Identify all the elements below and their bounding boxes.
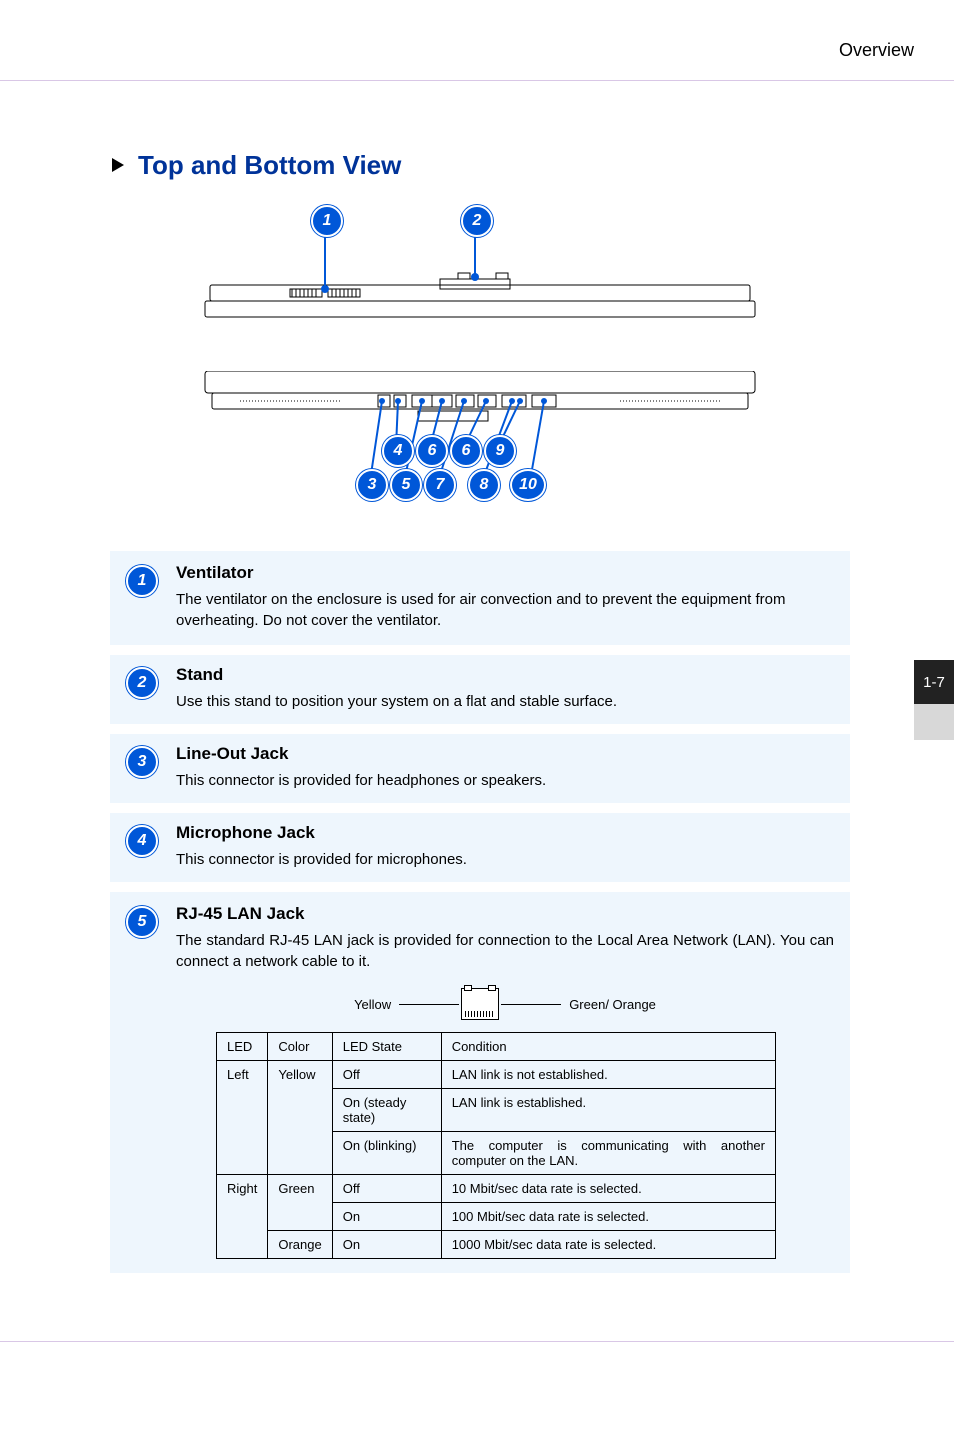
info-text-3: This connector is provided for headphone… bbox=[176, 770, 834, 791]
page-number-tab: 1-7 bbox=[914, 660, 954, 704]
cell-state: On (blinking) bbox=[332, 1132, 441, 1175]
th-state: LED State bbox=[332, 1033, 441, 1061]
info-block-mic: 4 Microphone Jack This connector is prov… bbox=[110, 813, 850, 882]
cell-condition: 10 Mbit/sec data rate is selected. bbox=[441, 1175, 775, 1203]
info-badge-3: 3 bbox=[126, 746, 158, 778]
top-view-diagram: 1 2 bbox=[110, 201, 850, 341]
cell-color: Orange bbox=[268, 1231, 332, 1259]
rj45-line-right bbox=[501, 1004, 561, 1005]
cell-condition: 1000 Mbit/sec data rate is selected. bbox=[441, 1231, 775, 1259]
info-badge-1: 1 bbox=[126, 565, 158, 597]
cell-state: Off bbox=[332, 1175, 441, 1203]
rj45-port-icon bbox=[461, 988, 499, 1020]
info-text-5: The standard RJ-45 LAN jack is provided … bbox=[176, 930, 834, 972]
info-text-2: Use this stand to position your system o… bbox=[176, 691, 834, 712]
rj45-line-left bbox=[399, 1004, 459, 1005]
chevron-right-icon bbox=[110, 156, 128, 174]
th-condition: Condition bbox=[441, 1033, 775, 1061]
callout-badge-8: 8 bbox=[468, 469, 500, 501]
cell-condition: The computer is communicating with anoth… bbox=[441, 1132, 775, 1175]
table-header-row: LED Color LED State Condition bbox=[217, 1033, 776, 1061]
callout-badge-7: 7 bbox=[424, 469, 456, 501]
led-table: LED Color LED State Condition Left Yello… bbox=[216, 1032, 776, 1259]
info-title-1: Ventilator bbox=[176, 563, 834, 583]
cell-state: On bbox=[332, 1231, 441, 1259]
info-block-ventilator: 1 Ventilator The ventilator on the enclo… bbox=[110, 551, 850, 645]
section-title-text: Top and Bottom View bbox=[138, 150, 401, 180]
callout-badge-6b: 6 bbox=[450, 435, 482, 467]
page-number-tab-shadow bbox=[914, 704, 954, 740]
cell-color: Green bbox=[268, 1175, 332, 1231]
callout-badge-6a: 6 bbox=[416, 435, 448, 467]
callout-badge-3: 3 bbox=[356, 469, 388, 501]
callout-badge-10: 10 bbox=[510, 469, 546, 501]
callout-badge-4: 4 bbox=[382, 435, 414, 467]
info-text-4: This connector is provided for microphon… bbox=[176, 849, 834, 870]
info-title-5: RJ-45 LAN Jack bbox=[176, 904, 834, 924]
info-badge-4: 4 bbox=[126, 825, 158, 857]
rj45-left-label: Yellow bbox=[354, 997, 391, 1012]
cell-condition: 100 Mbit/sec data rate is selected. bbox=[441, 1203, 775, 1231]
callout-badge-5: 5 bbox=[390, 469, 422, 501]
table-row: Orange On 1000 Mbit/sec data rate is sel… bbox=[217, 1231, 776, 1259]
bottom-view-diagram: 4 6 6 9 3 5 7 8 1 bbox=[110, 371, 850, 541]
rj45-led-diagram: Yellow Green/ Orange bbox=[176, 988, 834, 1020]
info-title-3: Line-Out Jack bbox=[176, 744, 834, 764]
callout-badge-2: 2 bbox=[461, 205, 493, 237]
th-led: LED bbox=[217, 1033, 268, 1061]
info-block-stand: 2 Stand Use this stand to position your … bbox=[110, 655, 850, 724]
cell-color: Yellow bbox=[268, 1061, 332, 1175]
cell-condition: LAN link is established. bbox=[441, 1089, 775, 1132]
info-badge-2: 2 bbox=[126, 667, 158, 699]
header-section: Overview bbox=[839, 40, 914, 61]
callout-badge-1: 1 bbox=[311, 205, 343, 237]
cell-state: On bbox=[332, 1203, 441, 1231]
table-row: Right Green Off 10 Mbit/sec data rate is… bbox=[217, 1175, 776, 1203]
info-title-2: Stand bbox=[176, 665, 834, 685]
cell-condition: LAN link is not established. bbox=[441, 1061, 775, 1089]
th-color: Color bbox=[268, 1033, 332, 1061]
info-block-rj45: 5 RJ-45 LAN Jack The standard RJ-45 LAN … bbox=[110, 892, 850, 1273]
callout-badge-9: 9 bbox=[484, 435, 516, 467]
info-title-4: Microphone Jack bbox=[176, 823, 834, 843]
cell-state: On (steady state) bbox=[332, 1089, 441, 1132]
table-row: Left Yellow Off LAN link is not establis… bbox=[217, 1061, 776, 1089]
rj45-right-label: Green/ Orange bbox=[569, 997, 656, 1012]
cell-led: Left bbox=[217, 1061, 268, 1175]
info-block-lineout: 3 Line-Out Jack This connector is provid… bbox=[110, 734, 850, 803]
page: Overview 1-7 Top and Bottom View bbox=[0, 0, 954, 1432]
main-content: Top and Bottom View bbox=[110, 150, 850, 1283]
info-text-1: The ventilator on the enclosure is used … bbox=[176, 589, 834, 631]
cell-state: Off bbox=[332, 1061, 441, 1089]
section-title: Top and Bottom View bbox=[110, 150, 850, 181]
cell-led: Right bbox=[217, 1175, 268, 1259]
info-badge-5: 5 bbox=[126, 906, 158, 938]
